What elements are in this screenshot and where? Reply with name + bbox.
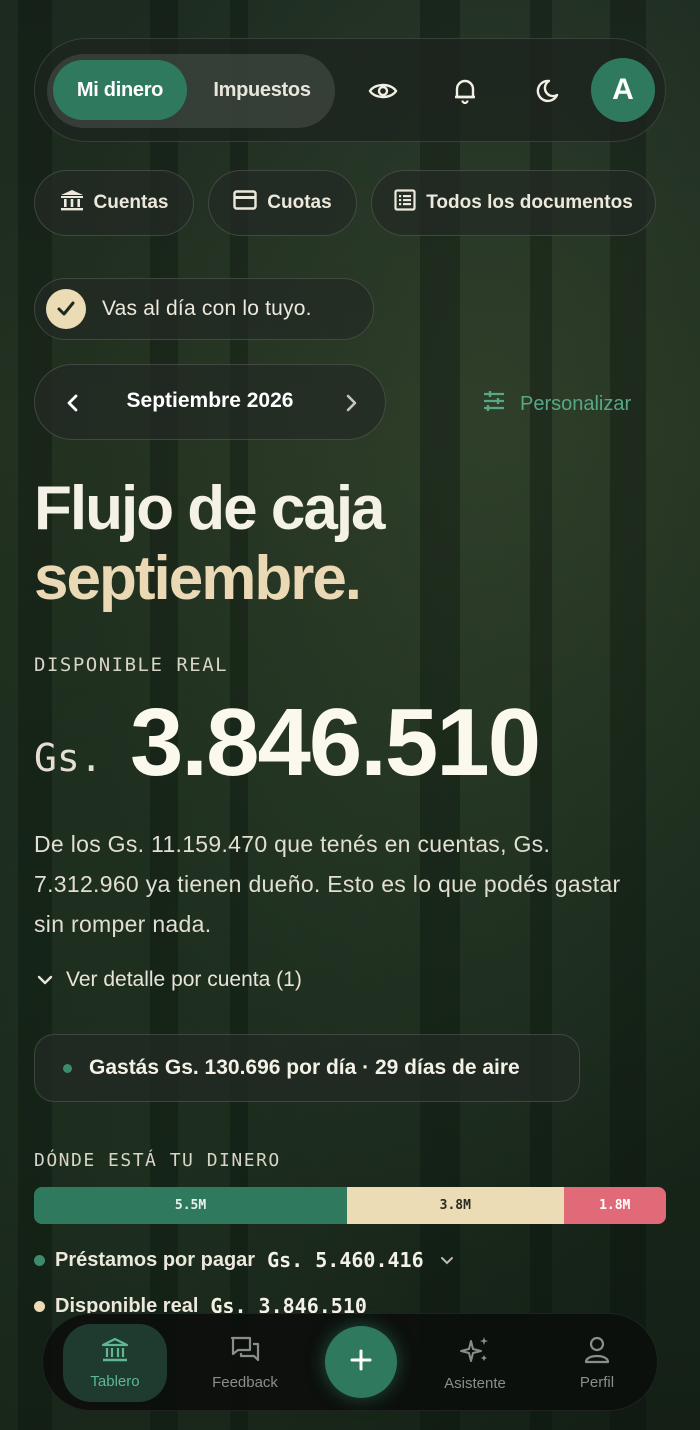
document-list-icon [394,189,416,217]
legend-label: Préstamos por pagar [55,1248,256,1271]
plus-icon [349,1348,373,1377]
page-title: Flujo de caja septiembre. [34,474,386,614]
status-text: Vas al día con lo tuyo. [102,297,312,320]
user-icon [584,1336,610,1368]
sparkles-icon [459,1335,491,1369]
bank-icon [60,189,84,217]
chevron-right-icon[interactable] [339,391,363,415]
available-description: De los Gs. 11.159.470 que tenés en cuent… [34,831,621,937]
nav-label: Feedback [212,1373,278,1391]
top-bar: Mi dinero Impuestos A [34,38,666,142]
documentos-button[interactable]: Todos los documentos [371,170,656,236]
nav-perfil[interactable]: Perfil [545,1324,649,1402]
tab-impuestos[interactable]: Impuestos [197,60,327,120]
distribution-bar: 5.5M 3.8M 1.8M [34,1187,666,1224]
moon-icon[interactable] [525,69,569,113]
nav-tablero[interactable]: Tablero [63,1324,167,1402]
nav-label: Tablero [90,1372,140,1390]
distribution-segment: 3.8M [347,1187,564,1224]
chevron-down-icon [440,1249,454,1272]
legend-dot [34,1300,45,1312]
status-dot [63,1063,72,1073]
month-selector: Septiembre 2026 [34,364,386,440]
available-label: DISPONIBLE REAL [34,654,229,676]
cuotas-label: Cuotas [267,192,332,213]
available-amount: 3.846.510 [130,689,541,796]
view-switcher: Mi dinero Impuestos [47,54,335,128]
page-title-month: septiembre. [34,544,362,613]
detail-toggle-label: Ver detalle por cuenta (1) [66,968,302,991]
spending-text: Gastás Gs. 130.696 por día · 29 días de … [89,1056,520,1079]
personalizar-label: Personalizar [520,392,632,415]
cuentas-label: Cuentas [93,192,169,213]
status-badge: Vas al día con lo tuyo. [34,278,374,340]
legend-value: Gs. 5.460.416 [267,1248,424,1272]
nav-asistente[interactable]: Asistente [423,1324,527,1402]
bank-icon [101,1337,129,1367]
distribution-segment: 5.5M [34,1187,348,1224]
documentos-label: Todos los documentos [426,192,633,213]
distribution-label: DÓNDE ESTÁ TU DINERO [34,1150,281,1171]
chat-icon [230,1336,260,1368]
cuotas-button[interactable]: Cuotas [208,170,357,236]
tab-mi-dinero[interactable]: Mi dinero [53,60,187,120]
check-icon [46,289,86,329]
nav-label: Perfil [579,1373,615,1391]
currency-label: Gs. [34,736,103,780]
legend-item-prestamos[interactable]: Préstamos por pagar Gs. 5.460.416 [34,1248,454,1272]
legend-dot [34,1254,45,1266]
eye-icon[interactable] [361,69,405,113]
month-label: Septiembre 2026 [126,389,294,412]
bottom-nav: Tablero Feedback Asistente Perfil [42,1313,658,1411]
add-button[interactable] [325,1326,397,1398]
nav-feedback[interactable]: Feedback [193,1324,297,1402]
spending-summary: Gastás Gs. 130.696 por día · 29 días de … [34,1034,580,1102]
page-title-line1: Flujo de caja [34,474,386,543]
detail-toggle[interactable]: Ver detalle por cuenta (1) [36,968,302,992]
chevron-down-icon [36,968,54,992]
avatar[interactable]: A [591,58,655,122]
cuentas-button[interactable]: Cuentas [34,170,194,236]
personalizar-button[interactable]: Personalizar [482,390,631,418]
sliders-icon [482,390,506,418]
distribution-segment: 1.8M [563,1187,666,1224]
nav-label: Asistente [444,1374,506,1392]
bell-icon[interactable] [443,69,487,113]
card-icon [233,190,257,216]
